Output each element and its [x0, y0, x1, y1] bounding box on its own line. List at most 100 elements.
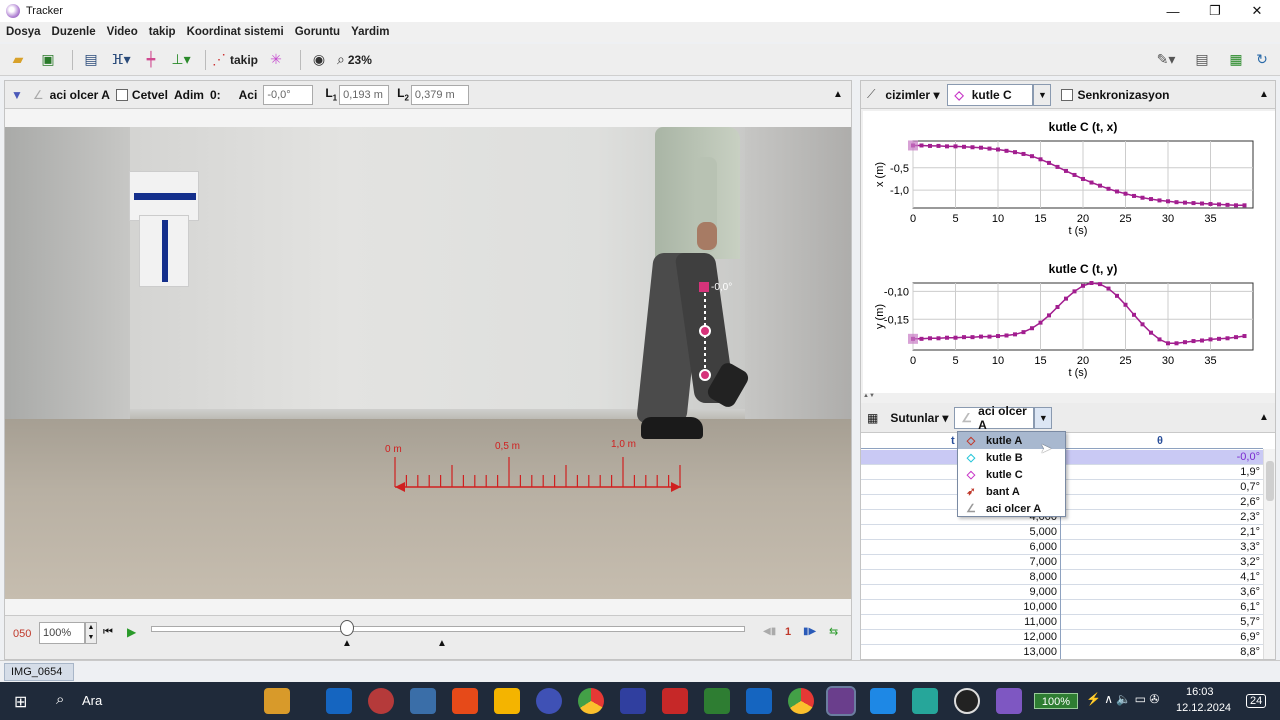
plot-track-select[interactable]: ◇ kutle C — [947, 83, 1034, 106]
sync-checkbox[interactable] — [1061, 88, 1074, 101]
start-frame-marker-icon[interactable]: ▲ — [342, 638, 352, 649]
app-icon-6[interactable] — [536, 688, 562, 714]
chrome-icon[interactable] — [578, 688, 604, 714]
video-progress-track[interactable] — [151, 626, 745, 632]
menu-track[interactable]: takip — [149, 26, 176, 38]
outlook-icon[interactable] — [326, 688, 352, 714]
cell-t[interactable]: 13,000 — [861, 645, 1061, 659]
cell-theta[interactable]: 1,9° — [1061, 465, 1263, 480]
dropdown-item[interactable]: ◇ kutle C — [958, 466, 1065, 483]
create-track-icon[interactable]: ⊥▾ — [169, 48, 193, 72]
app-icon-4[interactable] — [452, 688, 478, 714]
cell-t[interactable]: 5,000 — [861, 525, 1061, 540]
download-icon[interactable] — [410, 688, 436, 714]
cell-theta[interactable]: 2,6° — [1061, 495, 1263, 510]
app-icon-14[interactable] — [912, 688, 938, 714]
cell-theta[interactable]: 0,7° — [1061, 480, 1263, 495]
battery-indicator[interactable]: 100% — [1034, 693, 1078, 709]
play-icon[interactable]: ▶ — [127, 625, 136, 639]
protractor-end-marker-1[interactable] — [699, 325, 711, 337]
cell-theta[interactable]: 3,3° — [1061, 540, 1263, 555]
word-icon[interactable] — [746, 688, 772, 714]
menu-view[interactable]: Goruntu — [295, 26, 340, 38]
visibility-eye-icon[interactable]: ◉ — [307, 48, 331, 72]
cell-t[interactable]: 12,000 — [861, 630, 1061, 645]
table-row[interactable]: 10,000 6,1° — [861, 600, 1263, 615]
maximize-button[interactable]: ❐ — [1194, 0, 1236, 22]
memory-icon[interactable]: ▦ — [1224, 48, 1248, 72]
menu-file[interactable]: Dosya — [6, 26, 41, 38]
protractor-end-marker-2[interactable] — [699, 369, 711, 381]
track-menu-arrow-icon[interactable]: ▼ — [11, 88, 23, 102]
clock-date[interactable]: 12.12.2024 — [1176, 702, 1231, 714]
column-header-t[interactable]: t — [951, 435, 955, 447]
cell-t[interactable]: 11,000 — [861, 615, 1061, 630]
clip-settings-icon[interactable]: ▤ — [79, 48, 103, 72]
step-forward-icon[interactable]: ▮▶ — [803, 626, 816, 637]
close-button[interactable]: ✕ — [1236, 0, 1278, 22]
minimize-button[interactable]: — — [1152, 0, 1194, 22]
collapse-plot-icon[interactable]: ▲ — [1259, 89, 1269, 100]
cell-theta[interactable]: -0,0° — [1061, 450, 1263, 465]
dropdown-item[interactable]: ∠ aci olcer A — [958, 500, 1065, 517]
l1-field[interactable]: 0,193 m — [339, 84, 390, 105]
table-row[interactable]: 7,000 3,2° — [861, 555, 1263, 570]
step-back-icon[interactable]: ◀▮ — [763, 626, 776, 637]
table-row[interactable]: 8,000 4,1° — [861, 570, 1263, 585]
excel-icon[interactable] — [704, 688, 730, 714]
notes-icon[interactable]: ▤ — [1190, 48, 1214, 72]
cell-theta[interactable]: 6,9° — [1061, 630, 1263, 645]
table-row[interactable]: 12,000 6,9° — [861, 630, 1263, 645]
tracker-taskbar-icon[interactable] — [826, 686, 856, 716]
end-frame-marker-icon[interactable]: ▲ — [437, 638, 447, 649]
cell-t[interactable]: 7,000 — [861, 555, 1061, 570]
cell-t[interactable]: 6,000 — [861, 540, 1061, 555]
plot-y-vs-t[interactable]: 0 5 10 15 20 25 30 35 -0,10 -0,15 kutle C (t, y) t … — [863, 253, 1275, 393]
collapse-toolbar-icon[interactable]: ▲ — [833, 89, 843, 100]
menu-video[interactable]: Video — [107, 26, 138, 38]
protractor-vertex-marker[interactable] — [699, 282, 709, 292]
cell-t[interactable]: 9,000 — [861, 585, 1061, 600]
app-icon-2[interactable] — [368, 688, 394, 714]
briefcase-icon[interactable] — [264, 688, 290, 714]
search-icon[interactable]: ⌕ — [56, 691, 64, 708]
media-player-icon[interactable] — [954, 688, 980, 714]
checkmark-app-icon[interactable] — [494, 688, 520, 714]
go-to-start-icon[interactable]: ⏮ — [103, 626, 113, 639]
step-size[interactable]: 1 — [785, 626, 791, 638]
notifications-badge[interactable]: 24 — [1246, 694, 1267, 708]
axes-icon[interactable]: ┿ — [139, 48, 163, 72]
table-row[interactable]: 9,000 3,6° — [861, 585, 1263, 600]
open-folder-icon[interactable]: ▰ — [6, 48, 30, 72]
cell-t[interactable]: 10,000 — [861, 600, 1061, 615]
taskbar-search[interactable]: Ara — [82, 693, 102, 708]
menu-edit[interactable]: Duzenle — [52, 26, 96, 38]
app-icon-13[interactable] — [870, 688, 896, 714]
loop-icon[interactable]: ⇆ — [829, 625, 838, 638]
table-scrollbar[interactable] — [1263, 449, 1275, 659]
cell-theta[interactable]: 2,1° — [1061, 525, 1263, 540]
plots-menu[interactable]: cizimler ▾ — [885, 88, 939, 102]
refresh-icon[interactable]: ↻ — [1250, 48, 1274, 72]
clock-time[interactable]: 16:03 — [1186, 686, 1214, 698]
app-l-icon[interactable] — [620, 688, 646, 714]
l2-field[interactable]: 0,379 m — [410, 84, 469, 105]
cell-theta[interactable]: 6,1° — [1061, 600, 1263, 615]
autotracker-icon[interactable]: ✳ — [264, 48, 288, 72]
table-track-dropdown-arrow-icon[interactable]: ▼ — [1034, 406, 1053, 429]
cell-theta[interactable]: 5,7° — [1061, 615, 1263, 630]
protractor-name[interactable]: aci olcer A — [50, 88, 110, 102]
plot-track-dropdown-arrow-icon[interactable]: ▼ — [1033, 83, 1052, 106]
plot-x-vs-t[interactable]: 0 5 10 15 20 25 30 35 -0,5 -1,0 kutle C (t, x) t (s… — [863, 111, 1275, 251]
angle-field[interactable]: -0,0° — [263, 84, 314, 105]
calibration-tools-icon[interactable]: ⴼ▾ — [109, 48, 133, 72]
data-table[interactable]: t θ -0,0° 1,9° 0,7° 2,6° 4,000 2,3° 5,000 2,1° 6… — [861, 433, 1275, 659]
table-track-select[interactable]: ∠ aci olcer A — [954, 404, 1035, 432]
zoom-button[interactable]: ⌕ 23% — [337, 48, 372, 72]
menu-help[interactable]: Yardim — [351, 26, 389, 38]
save-icon[interactable]: ▣ — [36, 48, 60, 72]
rate-spinner-icon[interactable]: ▲ ▼ — [85, 622, 97, 644]
tray-icons[interactable]: ⚡ ∧ 🔈 ▭ ✇ — [1086, 692, 1159, 706]
acrobat-icon[interactable] — [662, 688, 688, 714]
ruler-checkbox[interactable] — [115, 88, 128, 101]
